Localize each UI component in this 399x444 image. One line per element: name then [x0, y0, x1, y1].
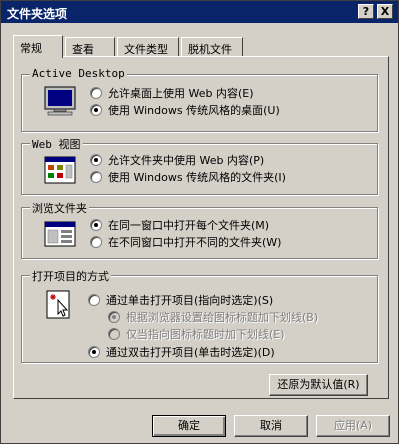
window-title: 文件夹选项: [7, 7, 68, 21]
label-separate-windows: 在不同窗口中打开不同的文件夹(W): [108, 236, 282, 249]
option-web-folders[interactable]: 允许文件夹中使用 Web 内容(P): [90, 152, 264, 168]
radio-web-folders[interactable]: [90, 154, 102, 166]
tab-offline-files[interactable]: 脱机文件: [181, 37, 243, 57]
option-classic-folders[interactable]: 使用 Windows 传统风格的文件夹(I): [90, 169, 286, 185]
option-same-window[interactable]: 在同一窗口中打开每个文件夹(M): [90, 217, 269, 233]
radio-double-click[interactable]: [88, 346, 100, 358]
tab-file-types[interactable]: 文件类型: [117, 37, 179, 57]
label-underline-browser: 根据浏览器设置给图标标题加下划线(B): [126, 311, 319, 324]
folder-options-dialog: 文件夹选项 ? X 常规 查看 文件类型 脱机文件 Active Desktop…: [0, 0, 399, 444]
radio-allow-web-desktop[interactable]: [90, 87, 102, 99]
option-underline-browser: 根据浏览器设置给图标标题加下划线(B): [108, 309, 318, 325]
apply-button: 应用(A): [316, 415, 390, 437]
option-single-click[interactable]: 通过单击打开项目(指向时选定)(S): [88, 292, 273, 308]
option-double-click[interactable]: 通过双击打开项目(单击时选定)(D): [88, 344, 275, 360]
option-separate-windows[interactable]: 在不同窗口中打开不同的文件夹(W): [90, 234, 281, 250]
tab-view[interactable]: 查看: [65, 37, 115, 57]
radio-classic-folders[interactable]: [90, 171, 102, 183]
group-web-view: Web 视图 允许文件夹中使用 Web 内容(P) 使用 Windows 传统风…: [21, 136, 378, 195]
radio-classic-desktop[interactable]: [90, 104, 102, 116]
radio-underline-hover: [108, 328, 120, 340]
option-underline-hover: 仅当指向图标标题时加下划线(E): [108, 326, 285, 342]
radio-underline-browser: [108, 311, 120, 323]
help-button[interactable]: ?: [358, 4, 374, 19]
group-label-active-desktop: Active Desktop: [30, 67, 127, 80]
label-allow-web-desktop: 允许桌面上使用 Web 内容(E): [108, 87, 254, 100]
restore-defaults-button[interactable]: 还原为默认值(R): [269, 374, 368, 396]
click-cursor-icon: [46, 290, 72, 323]
label-web-folders: 允许文件夹中使用 Web 内容(P): [108, 154, 265, 167]
radio-single-click[interactable]: [88, 294, 100, 306]
label-double-click: 通过双击打开项目(单击时选定)(D): [106, 346, 275, 359]
option-classic-desktop[interactable]: 使用 Windows 传统风格的桌面(U): [90, 102, 280, 118]
cancel-button[interactable]: 取消: [234, 415, 308, 437]
group-open-items: 打开项目的方式 通过单击打开项目(指向时选定)(S) 根据浏览器设置给图标标题加…: [21, 268, 378, 363]
radio-same-window[interactable]: [90, 219, 102, 231]
radio-separate-windows[interactable]: [90, 236, 102, 248]
group-label-browse-folders: 浏览文件夹: [30, 200, 89, 216]
title-bar: 文件夹选项 ? X: [1, 1, 398, 23]
label-single-click: 通过单击打开项目(指向时选定)(S): [106, 294, 274, 307]
browse-window-icon: [44, 221, 76, 250]
group-active-desktop: Active Desktop 允许桌面上使用 Web 内容(E) 使用 Wind…: [21, 67, 378, 132]
label-classic-desktop: 使用 Windows 传统风格的桌面(U): [108, 104, 280, 117]
label-underline-hover: 仅当指向图标标题时加下划线(E): [126, 328, 285, 341]
monitor-icon: [44, 86, 76, 119]
group-label-web-view: Web 视图: [30, 136, 83, 152]
group-browse-folders: 浏览文件夹 在同一窗口中打开每个文件夹(M) 在不同窗口中打开不同的文件夹(W): [21, 200, 378, 259]
web-folder-icon: [44, 156, 76, 187]
group-label-open-items: 打开项目的方式: [30, 268, 111, 284]
close-button[interactable]: X: [377, 4, 393, 19]
label-same-window: 在同一窗口中打开每个文件夹(M): [108, 219, 270, 232]
ok-button[interactable]: 确定: [152, 415, 226, 437]
tab-general[interactable]: 常规: [13, 35, 63, 58]
option-allow-web-desktop[interactable]: 允许桌面上使用 Web 内容(E): [90, 85, 254, 101]
label-classic-folders: 使用 Windows 传统风格的文件夹(I): [108, 171, 286, 184]
